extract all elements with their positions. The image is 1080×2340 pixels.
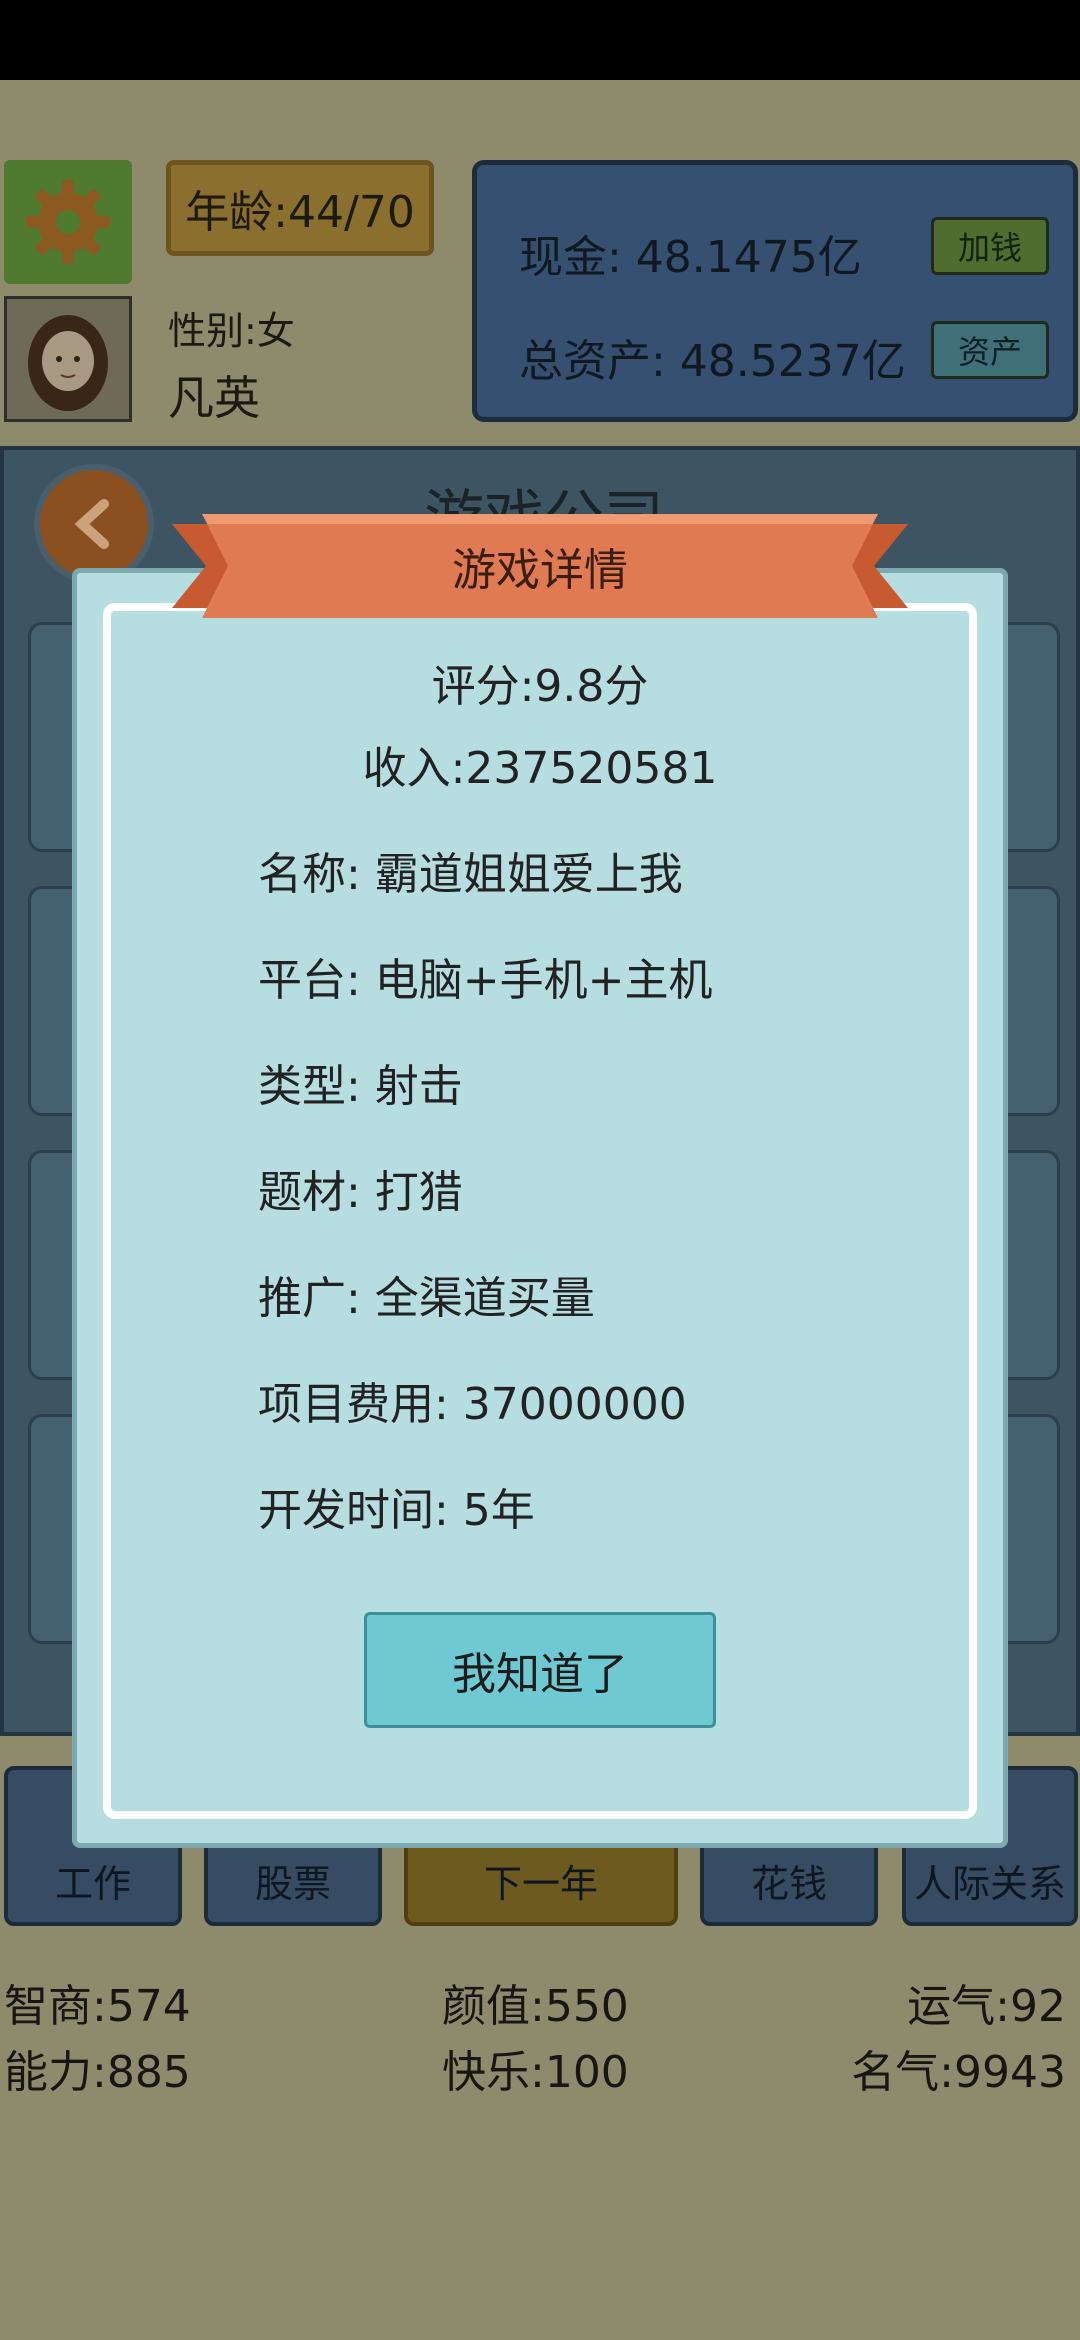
detail-project-cost: 项目费用: 37000000 (258, 1379, 687, 1430)
stat-ability: 能力:885 (4, 2047, 191, 2098)
total-assets-value: 总资产: 48.5237亿 (519, 336, 906, 387)
money-panel: 现金: 48.1475亿 总资产: 48.5237亿 加钱 资产 (472, 160, 1078, 422)
confirm-button[interactable]: 我知道了 (364, 1612, 716, 1728)
settings-button[interactable] (4, 160, 132, 284)
stat-looks: 颜值:550 (442, 1981, 629, 2032)
player-name: 凡英 (168, 371, 260, 425)
detail-platform: 平台: 电脑+手机+主机 (258, 955, 713, 1006)
age-display: 年龄:44/70 (166, 160, 434, 256)
avatar-icon (28, 315, 108, 411)
detail-name: 名称: 霸道姐姐爱上我 (258, 849, 683, 900)
game-score: 评分:9.8分 (431, 661, 649, 712)
detail-dev-time: 开发时间: 5年 (258, 1485, 535, 1536)
add-money-button[interactable]: 加钱 (931, 217, 1049, 275)
avatar[interactable] (4, 296, 132, 422)
cash-value: 现金: 48.1475亿 (519, 232, 862, 283)
stat-luck: 运气:92 (907, 1981, 1066, 2032)
back-button[interactable] (34, 464, 154, 584)
modal-title: 游戏详情 (452, 545, 628, 596)
detail-genre: 类型: 射击 (258, 1061, 463, 1112)
back-arrow-icon (74, 499, 109, 549)
detail-theme: 题材: 打猎 (258, 1167, 463, 1218)
gear-icon (26, 180, 110, 264)
stat-happiness: 快乐:100 (442, 2047, 629, 2098)
stat-iq: 智商:574 (4, 1981, 191, 2032)
game-income: 收入:237520581 (362, 743, 718, 794)
detail-promotion: 推广: 全渠道买量 (258, 1273, 595, 1324)
assets-button[interactable]: 资产 (931, 321, 1049, 379)
status-bar (0, 0, 1080, 80)
gender-label: 性别:女 (168, 309, 295, 353)
stat-fame: 名气:9943 (851, 2047, 1066, 2098)
